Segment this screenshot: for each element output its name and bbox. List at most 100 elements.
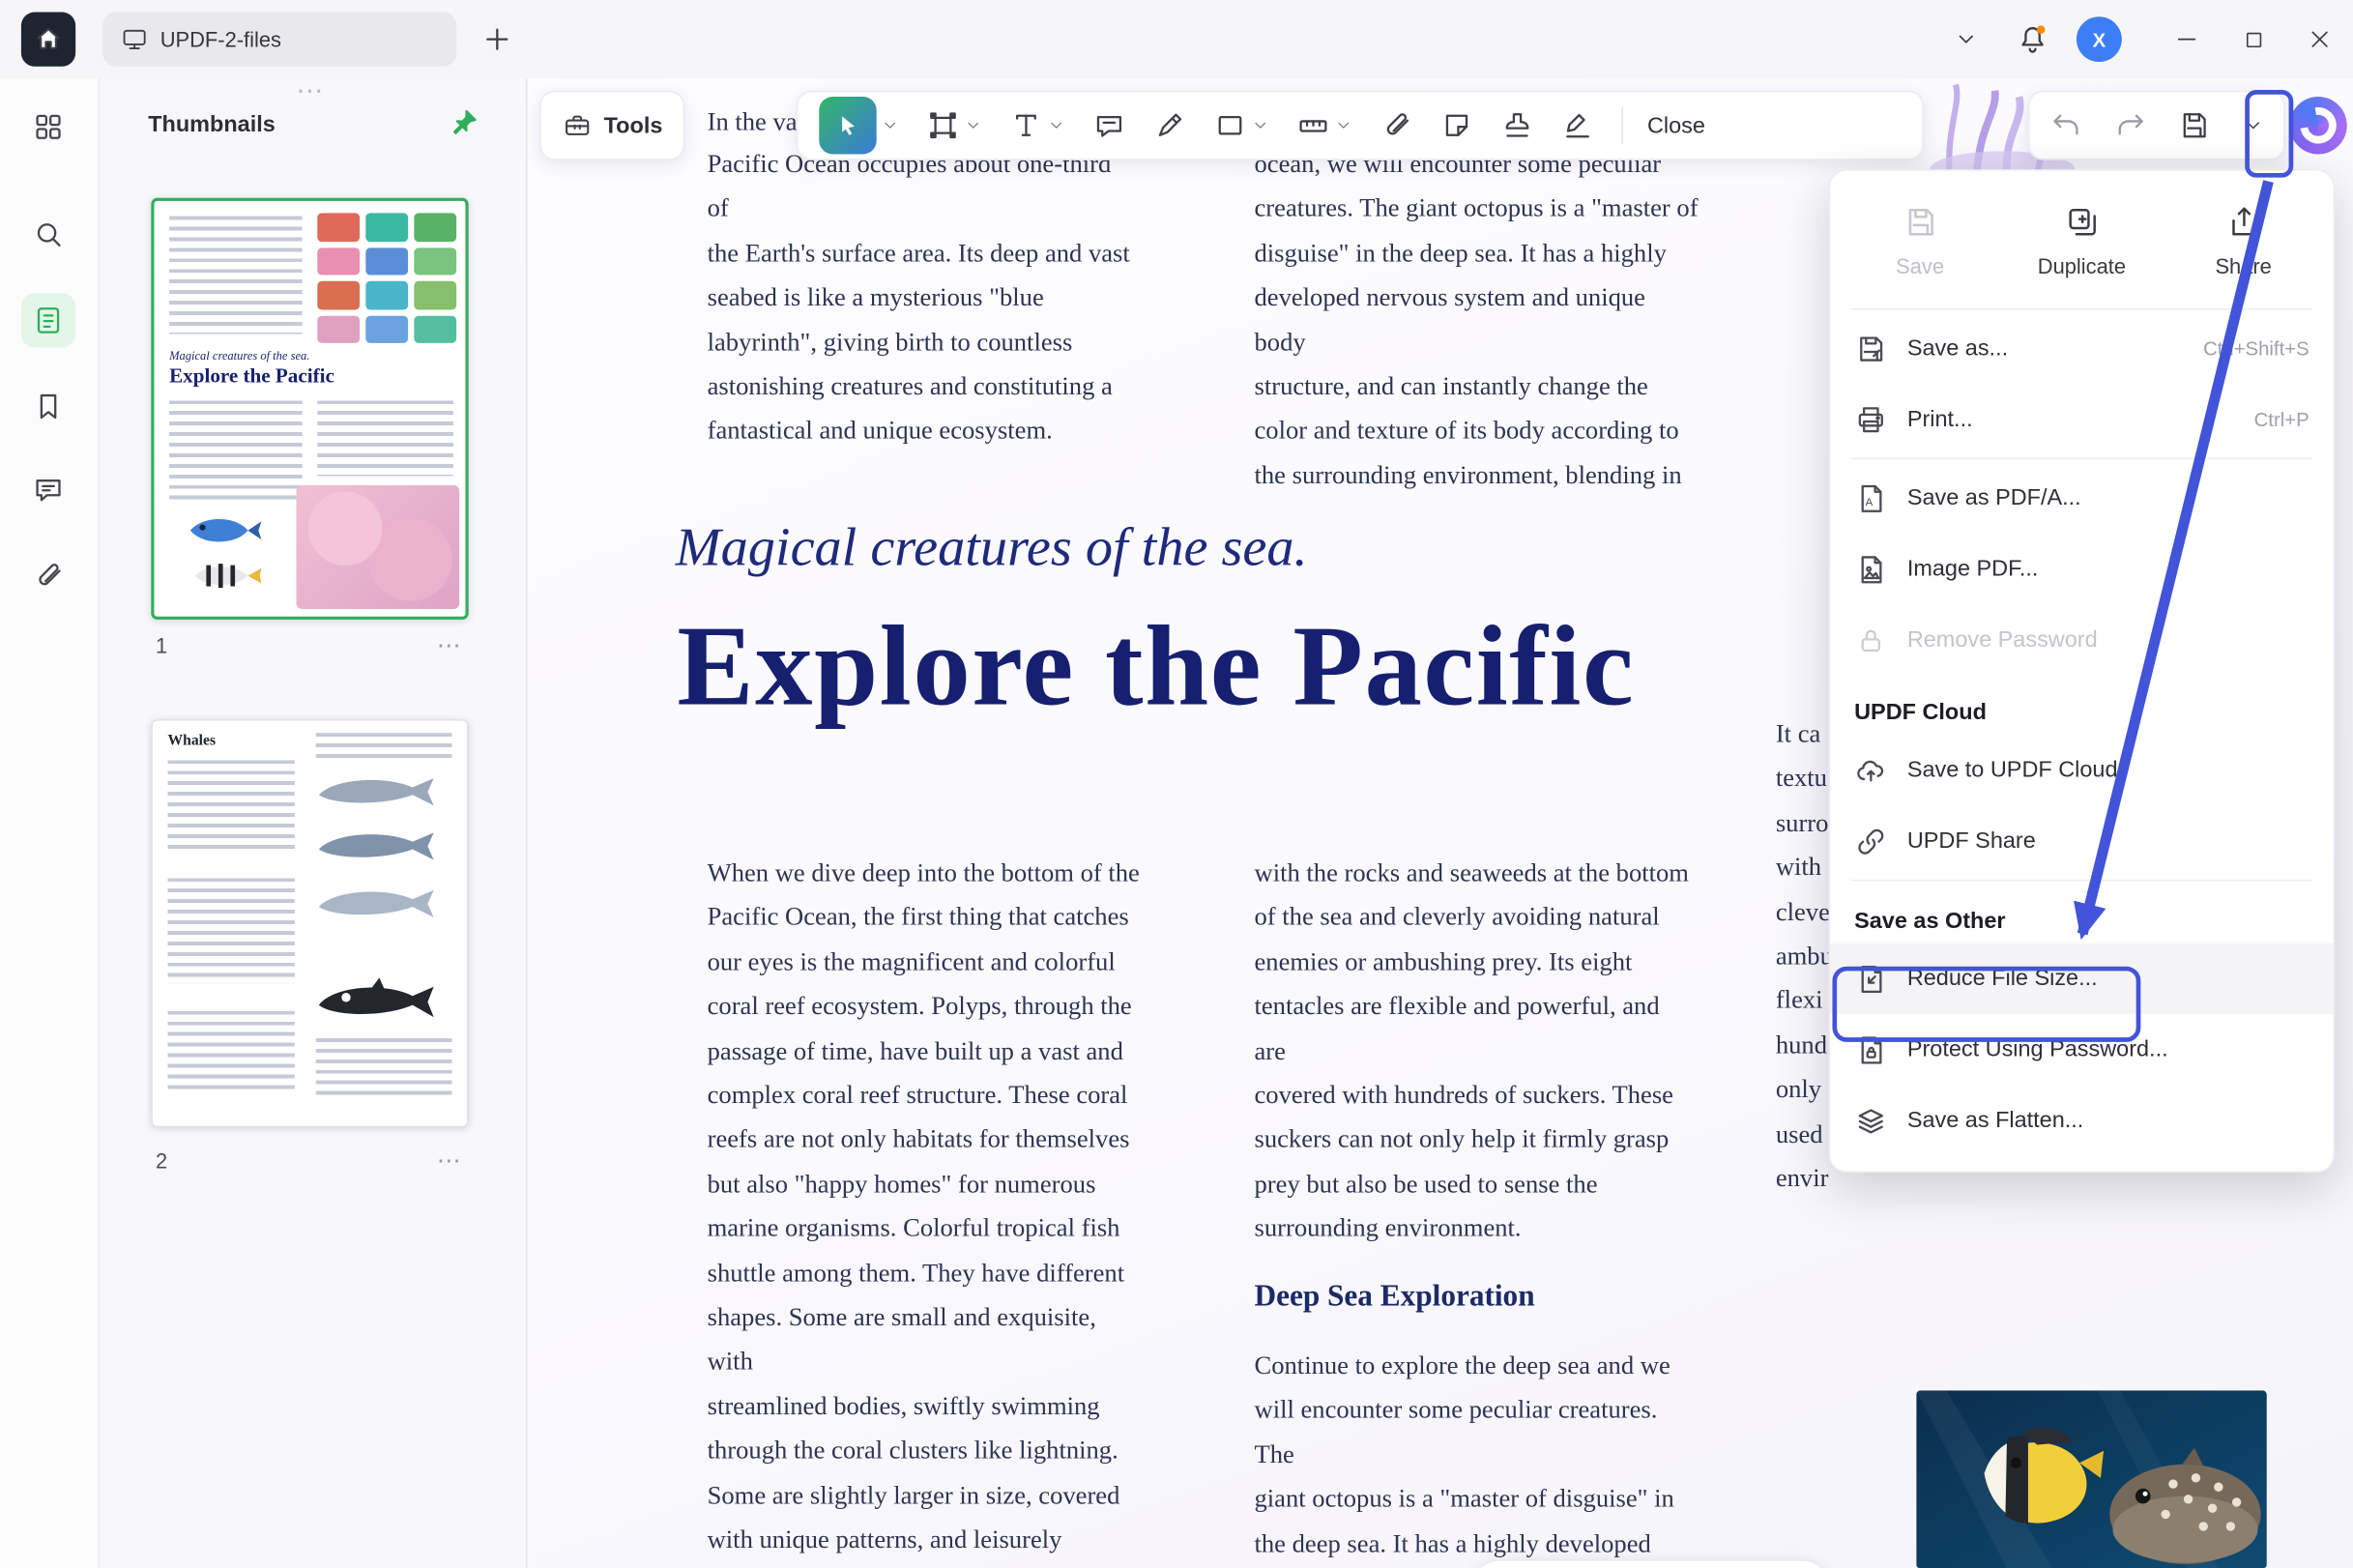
home-icon bbox=[33, 24, 63, 54]
section-header-save-as-other: Save as Other bbox=[1830, 885, 2334, 944]
thumb2-text-placeholder-1 bbox=[168, 760, 295, 851]
document-tab[interactable]: UPDF-2-files bbox=[102, 13, 456, 67]
home-button[interactable] bbox=[21, 13, 75, 67]
thumb2-text-placeholder-5 bbox=[316, 1038, 452, 1099]
window-title-bar: UPDF-2-files X bbox=[0, 0, 2353, 78]
compress-file-icon bbox=[1854, 962, 1887, 995]
body-middle-column: with the rocks and seaweeds at the botto… bbox=[1255, 851, 1696, 1251]
save-menu-chevron-icon[interactable] bbox=[2243, 115, 2264, 136]
sticker-tool-button[interactable] bbox=[1440, 109, 1473, 142]
apps-grid-icon[interactable] bbox=[21, 100, 75, 154]
menu-item-save-as-pdfa[interactable]: A Save as PDF/A... bbox=[1830, 462, 2334, 533]
edit-object-tool-button[interactable] bbox=[926, 109, 959, 142]
attach-file-tool-button[interactable] bbox=[1380, 109, 1412, 142]
select-tool-button[interactable] bbox=[819, 97, 876, 154]
save-icon[interactable] bbox=[2178, 109, 2211, 142]
attachments-icon[interactable] bbox=[21, 548, 75, 602]
comments-icon[interactable] bbox=[21, 462, 75, 516]
menu-item-remove-password: Remove Password bbox=[1830, 604, 2334, 675]
close-editing-button[interactable]: Close bbox=[1647, 112, 1705, 138]
bookmarks-icon[interactable] bbox=[21, 379, 75, 433]
signature-tool-button[interactable] bbox=[1561, 109, 1594, 142]
cloud-upload-icon bbox=[1854, 753, 1887, 786]
page-1-more-button[interactable]: ⋯ bbox=[437, 630, 463, 660]
intro-right-column: ocean, we will encounter some peculiar c… bbox=[1255, 142, 1700, 498]
thumb2-whale-3-image bbox=[313, 885, 447, 924]
text-tool-chevron-icon[interactable] bbox=[1047, 116, 1065, 134]
measure-chevron-icon[interactable] bbox=[1334, 116, 1352, 134]
minimize-button[interactable] bbox=[2154, 27, 2221, 51]
measure-tool-button[interactable] bbox=[1296, 109, 1329, 142]
save-toolbar bbox=[2028, 91, 2285, 160]
menu-item-print[interactable]: Print... Ctrl+P bbox=[1830, 384, 2334, 454]
text-tool-button[interactable] bbox=[1009, 109, 1042, 142]
close-window-button[interactable] bbox=[2286, 27, 2353, 51]
save-as-icon bbox=[1854, 332, 1887, 364]
intro-left-column: Pacific Ocean occupies about one-third o… bbox=[708, 142, 1139, 453]
shapes-tool-button[interactable] bbox=[1213, 109, 1246, 142]
pdfa-file-icon: A bbox=[1854, 481, 1887, 514]
app-window: In the va Pacific Ocean occupies about o… bbox=[0, 0, 2353, 1568]
comment-tool-button[interactable] bbox=[1092, 109, 1125, 142]
menu-item-image-pdf[interactable]: Image PDF... bbox=[1830, 534, 2334, 604]
edit-object-chevron-icon[interactable] bbox=[964, 116, 982, 134]
cursor-arrow-icon bbox=[834, 112, 861, 139]
shapes-chevron-icon[interactable] bbox=[1251, 116, 1269, 134]
link-icon bbox=[1854, 825, 1887, 857]
document-subtitle: Magical creatures of the sea. bbox=[676, 515, 1308, 579]
section-header-updf-cloud: UPDF Cloud bbox=[1830, 676, 2334, 735]
menu-item-save-to-updf-cloud[interactable]: Save to UPDF Cloud bbox=[1830, 735, 2334, 805]
thumb1-text-placeholder-right bbox=[317, 400, 453, 476]
page-thumbnail-2[interactable]: Whales bbox=[151, 719, 468, 1127]
thumb1-title: Explore the Pacific bbox=[169, 364, 334, 389]
undo-icon[interactable] bbox=[2049, 109, 2082, 142]
tab-title: UPDF-2-files bbox=[160, 27, 281, 51]
thumb2-whale-2-image bbox=[313, 827, 447, 866]
page-navigation-bar[interactable] bbox=[1473, 1561, 1828, 1568]
collapse-toolbar-chevron[interactable] bbox=[1932, 27, 1999, 51]
menu-divider bbox=[1851, 880, 2312, 882]
updf-ai-logo[interactable] bbox=[2289, 97, 2346, 154]
toolbox-icon bbox=[562, 110, 592, 140]
page-2-more-button[interactable]: ⋯ bbox=[437, 1146, 463, 1176]
menu-item-reduce-file-size[interactable]: Reduce File Size... bbox=[1830, 943, 2334, 1013]
thumb1-creature-grid-image bbox=[317, 213, 456, 342]
tools-button[interactable]: Tools bbox=[539, 91, 684, 160]
tropical-fish-image bbox=[1916, 1390, 2267, 1568]
svg-text:A: A bbox=[1866, 496, 1874, 508]
quick-action-duplicate[interactable]: Duplicate bbox=[2001, 192, 2163, 291]
quick-action-share[interactable]: Share bbox=[2163, 192, 2324, 291]
highlighter-tool-button[interactable] bbox=[1153, 109, 1186, 142]
thumb1-text-placeholder-top bbox=[169, 217, 303, 334]
redo-icon[interactable] bbox=[2113, 109, 2146, 142]
stamp-tool-button[interactable] bbox=[1500, 109, 1533, 142]
body-left-column: When we dive deep into the bottom of the… bbox=[708, 851, 1146, 1568]
page-thumbnail-1[interactable]: Magical creatures of the sea. Explore th… bbox=[151, 198, 468, 620]
menu-item-save-as[interactable]: Save as... Ctrl+Shift+S bbox=[1830, 313, 2334, 384]
monitor-icon bbox=[121, 26, 148, 53]
editing-toolbar: Close bbox=[797, 91, 1924, 160]
panel-title: Thumbnails bbox=[148, 112, 276, 138]
menu-item-protect-using-password[interactable]: Protect Using Password... bbox=[1830, 1014, 2334, 1085]
section-heading: Deep Sea Exploration bbox=[1255, 1280, 1535, 1315]
new-tab-button[interactable] bbox=[480, 22, 513, 55]
thumbnails-panel-icon[interactable] bbox=[21, 293, 75, 347]
maximize-button[interactable] bbox=[2220, 28, 2286, 50]
thumb2-text-placeholder-3 bbox=[168, 1011, 295, 1096]
thumbnails-panel: ⋯ Thumbnails Magical creatures of the se… bbox=[99, 78, 528, 1568]
select-tool-chevron-icon[interactable] bbox=[881, 116, 899, 134]
thumb1-blue-fish-image bbox=[185, 512, 263, 549]
user-avatar[interactable]: X bbox=[2066, 16, 2133, 62]
page-number-2: 2 bbox=[156, 1148, 167, 1173]
thumb2-title: Whales bbox=[168, 733, 217, 749]
intro-partial-line: In the va bbox=[708, 100, 798, 144]
thumb2-whale-1-image bbox=[313, 772, 447, 812]
quick-action-save[interactable]: Save bbox=[1839, 192, 2000, 291]
notifications-bell-icon[interactable] bbox=[1999, 22, 2066, 55]
tools-label: Tools bbox=[604, 112, 663, 138]
pin-panel-icon[interactable] bbox=[449, 107, 479, 137]
search-icon[interactable] bbox=[21, 207, 75, 261]
menu-item-updf-share[interactable]: UPDF Share bbox=[1830, 805, 2334, 876]
menu-item-save-as-flatten[interactable]: Save as Flatten... bbox=[1830, 1085, 2334, 1155]
panel-drag-handle[interactable]: ⋯ bbox=[296, 75, 326, 107]
